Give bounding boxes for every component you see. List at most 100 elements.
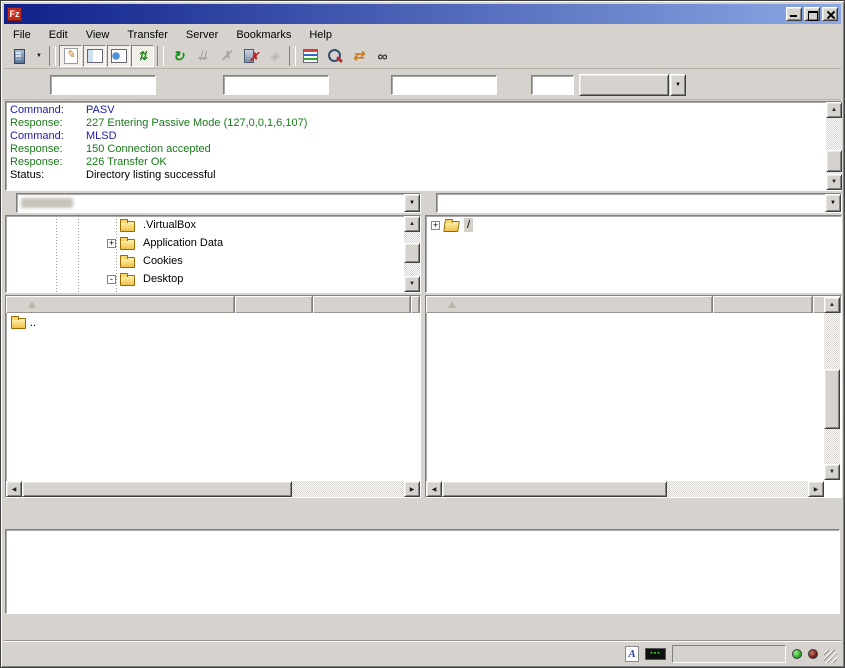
close-button[interactable]: [822, 7, 838, 21]
quickconnect-dropdown-button[interactable]: ▼: [670, 74, 686, 96]
scroll-right-button[interactable]: ▶: [808, 481, 824, 497]
title-bar: Fz: [4, 4, 841, 24]
toolbar-icon: [194, 48, 211, 64]
column-header-last-modified[interactable]: [411, 296, 420, 313]
remote-site-combobox[interactable]: ▼: [436, 193, 842, 213]
remote-horizontal-scrollbar[interactable]: ◀ ▶: [426, 481, 824, 497]
tree-item[interactable]: .VirtualBox: [6, 216, 420, 234]
scroll-thumb[interactable]: [824, 369, 840, 429]
redacted-username: [21, 198, 73, 208]
log-line: Response: 227 Entering Passive Mode (127…: [10, 117, 821, 130]
send-activity-led-icon: [808, 649, 818, 659]
queue-header: [6, 530, 839, 548]
menu-edit[interactable]: Edit: [40, 27, 77, 43]
site-manager-dropdown-button[interactable]: [32, 45, 46, 67]
menu-bar: FileEditViewTransferServerBookmarksHelp: [4, 25, 841, 44]
menu-transfer[interactable]: Transfer: [118, 27, 177, 43]
toolbar-icon: [266, 48, 283, 64]
transfer-queue: [5, 529, 840, 614]
search-button[interactable]: [371, 45, 394, 67]
sort-ascending-icon: [448, 301, 456, 308]
status-bar: A ▪▪▪: [4, 641, 841, 665]
toggle-local-tree-button[interactable]: [83, 45, 106, 67]
toolbar-icon: [134, 48, 151, 64]
receive-activity-led-icon: [792, 649, 802, 659]
minimize-button[interactable]: [786, 7, 802, 21]
local-site-path: [17, 194, 404, 212]
compare-button[interactable]: [323, 45, 346, 67]
tree-expander[interactable]: [431, 221, 440, 230]
scroll-down-button[interactable]: ▼: [826, 174, 842, 190]
tree-item[interactable]: Desktop: [6, 270, 420, 288]
menu-help[interactable]: Help: [300, 27, 341, 43]
scroll-thumb[interactable]: [442, 481, 667, 497]
folder-open-icon: [443, 221, 460, 232]
scroll-left-button[interactable]: ◀: [6, 481, 22, 497]
toolbar-icon: [110, 48, 127, 64]
filter-button[interactable]: [299, 45, 322, 67]
scroll-up-button[interactable]: ▲: [826, 102, 842, 118]
quickconnect-button[interactable]: [579, 74, 669, 96]
folder-icon: [120, 257, 135, 268]
toolbar-icon: [302, 48, 319, 64]
refresh-button[interactable]: [167, 45, 190, 67]
menu-file[interactable]: File: [4, 27, 40, 43]
column-header-filesize[interactable]: [235, 296, 313, 313]
toolbar-icon: [374, 48, 391, 64]
local-file-list: .. ◀ ▶: [5, 295, 421, 498]
scroll-right-button[interactable]: ▶: [404, 481, 420, 497]
menu-bookmarks[interactable]: Bookmarks: [227, 27, 300, 43]
maximize-button[interactable]: [804, 7, 820, 21]
toolbar-icon: [170, 48, 187, 64]
log-line: Command: PASV: [10, 104, 821, 117]
toggle-queue-button[interactable]: [131, 45, 154, 67]
tree-item[interactable]: Application Data: [6, 234, 420, 252]
tree-expander[interactable]: [107, 239, 116, 248]
log-line: Command: MLSD: [10, 130, 821, 143]
host-input[interactable]: [50, 75, 156, 95]
local-horizontal-scrollbar[interactable]: ◀ ▶: [6, 481, 420, 497]
resize-grip[interactable]: [824, 650, 837, 663]
log-scrollbar[interactable]: ▲ ▼: [826, 102, 842, 190]
port-input[interactable]: [531, 75, 574, 95]
column-header-filename[interactable]: [6, 296, 235, 313]
toolbar-separator: [289, 46, 296, 66]
cancel-button[interactable]: [215, 45, 238, 67]
column-header-filename[interactable]: [426, 296, 713, 313]
tree-item[interactable]: /: [426, 216, 841, 234]
scroll-up-button[interactable]: ▲: [824, 297, 840, 313]
tree-expander[interactable]: [107, 275, 116, 284]
dropdown-arrow-icon[interactable]: ▼: [404, 194, 420, 212]
remote-list-scrollbar[interactable]: ▲ ▼: [824, 297, 840, 480]
scroll-down-button[interactable]: ▼: [824, 464, 840, 480]
toggle-log-button[interactable]: [59, 45, 82, 67]
process-queue-button[interactable]: [191, 45, 214, 67]
toolbar-separator: [49, 46, 56, 66]
password-input[interactable]: [391, 75, 497, 95]
reconnect-button[interactable]: [263, 45, 286, 67]
column-header-filesize[interactable]: [713, 296, 813, 313]
sync-browsing-button[interactable]: [347, 45, 370, 67]
local-site-combobox[interactable]: ▼: [16, 193, 421, 213]
tree-item[interactable]: Cookies: [6, 252, 420, 270]
username-input[interactable]: [223, 75, 329, 95]
toggle-remote-tree-button[interactable]: [107, 45, 130, 67]
scroll-left-button[interactable]: ◀: [426, 481, 442, 497]
remote-file-list: ▲ ▼ ◀ ▶: [425, 295, 842, 498]
dropdown-arrow-icon[interactable]: ▼: [825, 194, 841, 212]
..[interactable]: ..: [7, 314, 419, 331]
toolbar-icon: [86, 48, 103, 64]
remote-site-bar: ▼: [425, 193, 842, 213]
menu-server[interactable]: Server: [177, 27, 227, 43]
toolbar-icon: [11, 48, 28, 64]
folder-icon: [120, 221, 135, 232]
scroll-thumb[interactable]: [22, 481, 292, 497]
column-header-filetype[interactable]: [313, 296, 411, 313]
site-manager-button[interactable]: [8, 45, 31, 67]
scroll-thumb[interactable]: [826, 150, 842, 172]
local-list-header: [6, 296, 420, 313]
log-line: Status: Directory listing successful: [10, 169, 821, 182]
remote-list-header: [426, 296, 841, 313]
disconnect-button[interactable]: [239, 45, 262, 67]
menu-view[interactable]: View: [77, 27, 119, 43]
